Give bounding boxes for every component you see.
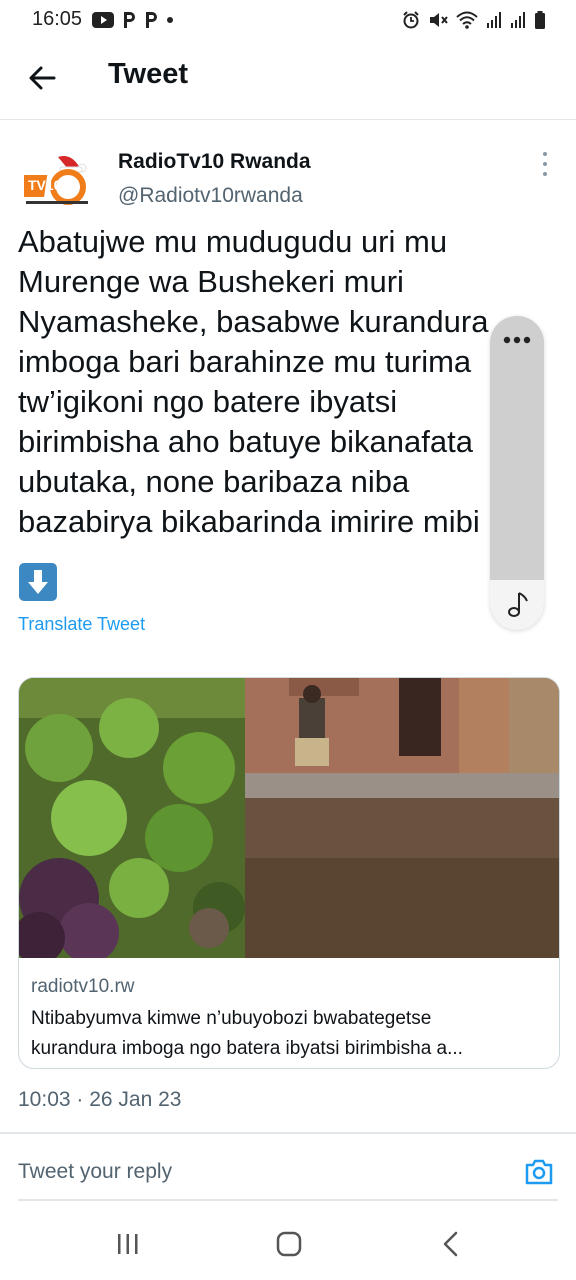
translate-tweet-link[interactable]: Translate Tweet [18, 614, 145, 635]
music-note-icon[interactable] [503, 590, 531, 620]
youtube-icon [92, 12, 114, 28]
back-icon[interactable] [26, 62, 58, 94]
mute-icon [430, 13, 448, 27]
camera-icon[interactable] [523, 1156, 555, 1188]
more-icon[interactable] [500, 332, 534, 348]
signal-icon [487, 12, 501, 28]
tweet-text-line: Murenge wa Bushekeri muri [18, 264, 404, 299]
status-bar: 16:05 [0, 0, 576, 40]
p-icon [146, 12, 157, 28]
status-left-icons [92, 10, 174, 30]
link-card-title-line: Ntibabyumva kimwe n’ubuyobozi bwabateget… [31, 1008, 432, 1029]
battery-icon [535, 11, 545, 29]
signal-icon [511, 12, 525, 28]
link-card-image[interactable] [19, 678, 559, 958]
status-time: 16:05 [32, 8, 83, 30]
link-card-title: Ntibabyumva kimwe n’ubuyobozi bwabateget… [31, 1004, 551, 1064]
author-handle[interactable]: @Radiotv10rwanda [118, 184, 303, 208]
link-card-title-line: kurandura imboga ngo batera ibyatsi biri… [31, 1038, 463, 1059]
page-title: Tweet [108, 58, 189, 90]
alarm-icon [403, 11, 419, 29]
back-nav-icon[interactable] [440, 1230, 462, 1258]
down-arrow-emoji-icon: ⬇️ [19, 563, 57, 601]
avatar-text: TV10 [28, 177, 62, 193]
home-icon[interactable] [275, 1230, 303, 1258]
divider [0, 1132, 576, 1134]
status-right-icons [402, 10, 546, 30]
tweet-text-line: Abatujwe mu mudugudu uri mu [18, 224, 448, 259]
tweet-timestamp: 10:03 · 26 Jan 23 [18, 1088, 182, 1111]
dot-icon [167, 17, 173, 23]
recents-icon[interactable] [114, 1230, 142, 1258]
divider [18, 1199, 558, 1201]
p-icon [124, 12, 135, 28]
more-vertical-icon[interactable] [538, 150, 552, 178]
link-card[interactable]: radiotv10.rw Ntibabyumva kimwe n’ubuyobo… [18, 677, 560, 1069]
reply-input[interactable] [18, 1156, 498, 1188]
wifi-icon [456, 11, 478, 29]
header-divider [0, 119, 576, 120]
avatar[interactable]: TV10 [20, 155, 92, 211]
author-name[interactable]: RadioTv10 Rwanda [118, 150, 311, 174]
link-card-domain: radiotv10.rw [31, 976, 135, 997]
